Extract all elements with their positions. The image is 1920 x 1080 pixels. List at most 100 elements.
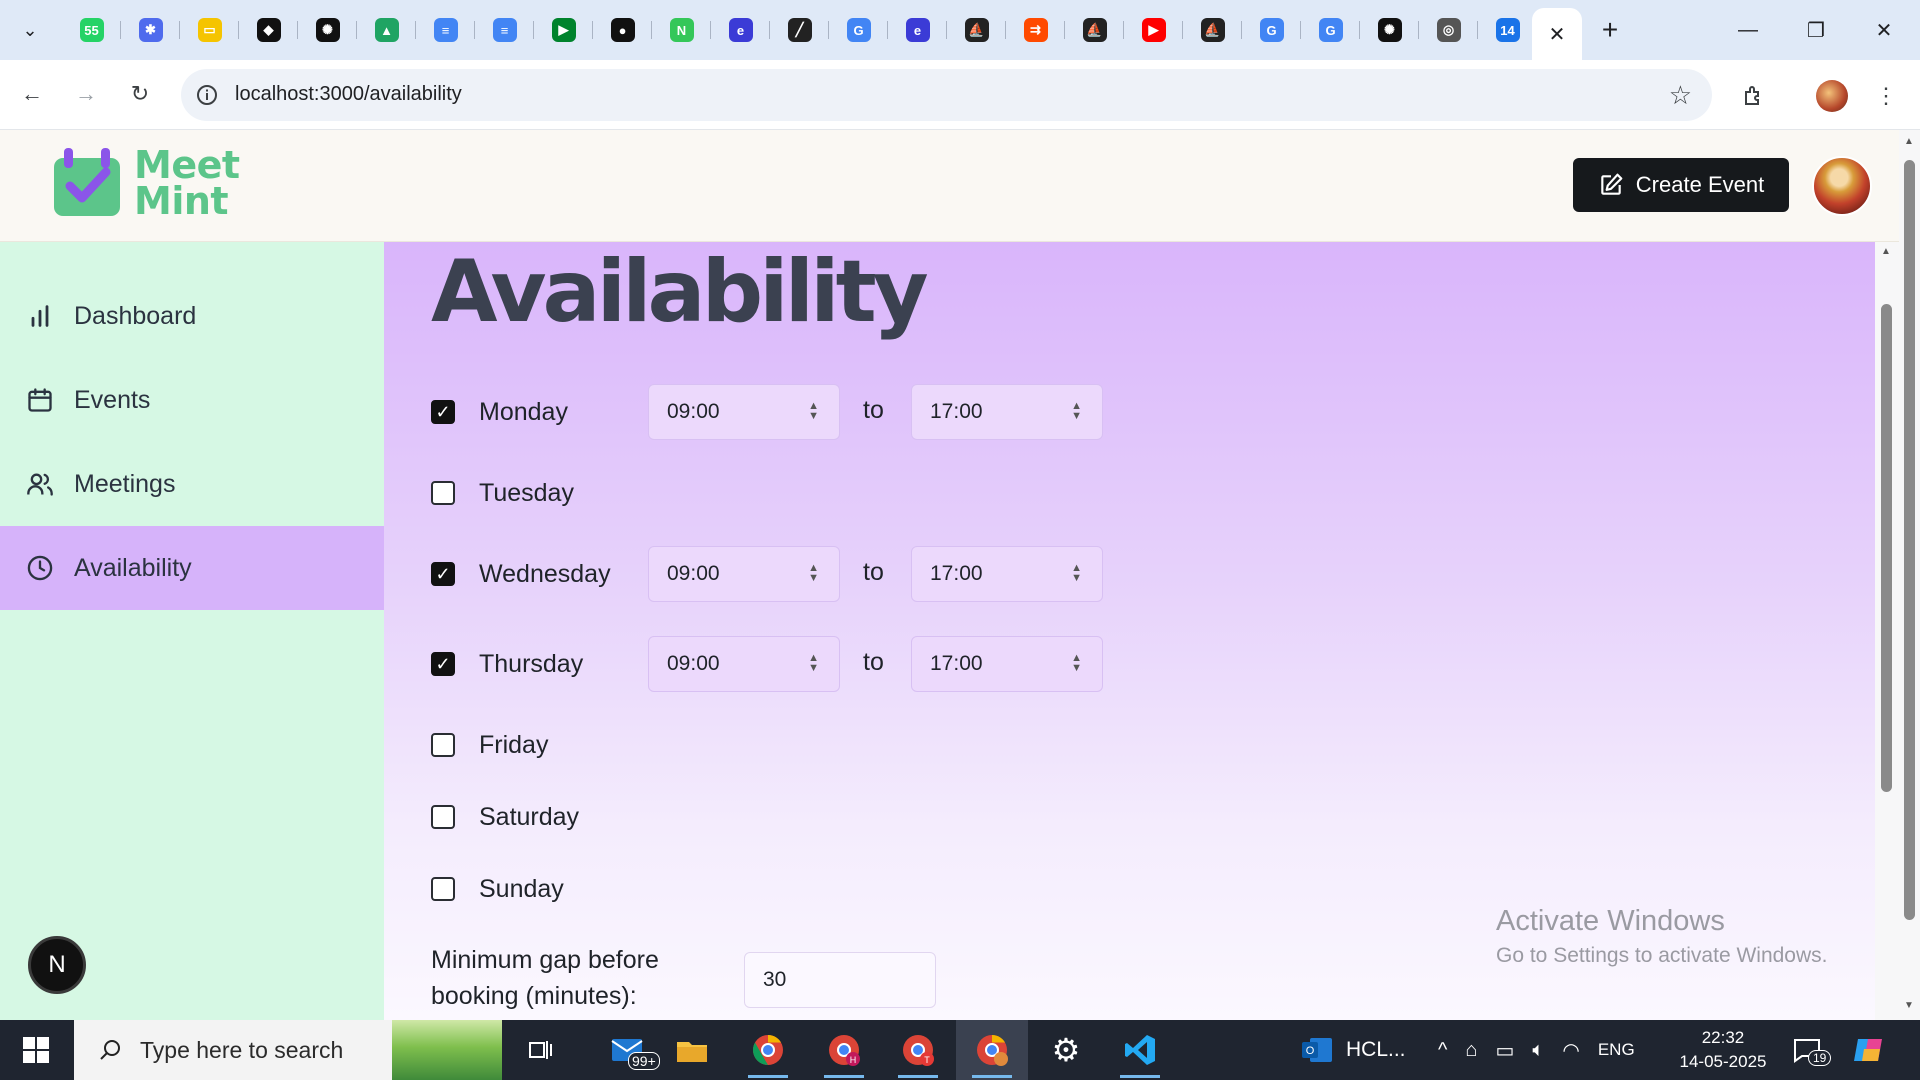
battery-icon[interactable]: ▭ [1495,1038,1514,1063]
address-bar[interactable]: localhost:3000/availability ☆ [181,69,1712,121]
forward-icon[interactable]: → [66,74,106,114]
bookmark-star-icon[interactable]: ☆ [1669,80,1692,111]
minimize-button[interactable]: — [1714,0,1782,60]
meetmint-logo[interactable]: Meet Mint [50,146,240,220]
scroll-thumb[interactable] [1881,304,1892,792]
sidebar-item-events[interactable]: Events [0,358,384,442]
pinned-tab[interactable]: ◎ [1419,12,1478,48]
saturday-checkbox[interactable] [431,805,455,829]
new-tab-button[interactable]: + [1588,12,1632,48]
taskbar-search[interactable]: Type here to search [74,1020,502,1080]
time-value: 17:00 [930,562,983,585]
close-window-button[interactable]: ✕ [1850,0,1918,60]
scroll-up-icon[interactable]: ▲ [1881,246,1891,257]
wednesday-end-time-select[interactable]: 17:00 ▲ ▼ [911,546,1103,602]
pinned-tab[interactable]: G [1242,12,1301,48]
create-event-button[interactable]: Create Event [1573,158,1789,212]
wednesday-start-time-select[interactable]: 09:00 ▲ ▼ [648,546,840,602]
system-clock[interactable]: 22:32 14-05-2025 [1668,1026,1778,1074]
chrome-profile-1-icon[interactable] [732,1020,804,1080]
sunday-checkbox[interactable] [431,877,455,901]
profile-avatar[interactable] [1812,76,1852,116]
restore-button[interactable]: ❐ [1782,0,1850,60]
pinned-tab[interactable]: ≡ [416,12,475,48]
monday-end-time-select[interactable]: 17:00 ▲ ▼ [911,384,1103,440]
page-scroll-thumb[interactable] [1904,160,1915,920]
thursday-start-time-select[interactable]: 09:00 ▲ ▼ [648,636,840,692]
chrome-active-icon[interactable] [956,1020,1028,1080]
active-tab-close-icon[interactable]: ✕ [1532,8,1582,60]
reload-icon[interactable]: ↻ [120,74,160,114]
site-info-icon[interactable] [195,83,219,107]
user-avatar[interactable] [1812,156,1872,216]
back-icon[interactable]: ← [12,74,52,114]
volume-icon[interactable]: 🔈︎ [1532,1039,1544,1062]
chrome-profile-h-icon[interactable]: H [808,1020,880,1080]
pinned-tab[interactable]: ✱ [121,12,180,48]
pinned-tab[interactable]: ⇉ [1006,12,1065,48]
tab-search-button[interactable]: ⌄ [8,12,52,48]
pinned-tab[interactable]: ◆ [239,12,298,48]
notification-center-icon[interactable]: 19 [1792,1020,1832,1080]
task-view-icon[interactable] [504,1020,576,1080]
min-gap-input[interactable]: 30 [744,952,936,1008]
tray-chevron-icon[interactable]: ^ [1438,1039,1447,1062]
sidebar-item-meetings[interactable]: Meetings [0,442,384,526]
monday-checkbox[interactable]: ✓ [431,400,455,424]
settings-gear-icon[interactable]: ⚙ [1030,1020,1102,1080]
sidebar-item-label: Dashboard [74,301,197,330]
page-scroll-down-icon[interactable]: ▼ [1904,1000,1914,1011]
chrome-menu-icon[interactable]: ⋮ [1866,76,1906,116]
pinned-tab[interactable]: ▭ [180,12,239,48]
sidebar-item-dashboard[interactable]: Dashboard [0,274,384,358]
select-arrows-icon: ▲ ▼ [1071,562,1082,584]
page-scroll-up-icon[interactable]: ▲ [1904,136,1914,147]
pinned-tab[interactable]: ▶ [1124,12,1183,48]
docs-icon: ≡ [433,18,458,42]
pinned-tab[interactable]: e [711,12,770,48]
time-value: 09:00 [667,562,720,585]
pinned-tab[interactable]: ✺ [298,12,357,48]
file-explorer-icon[interactable] [656,1020,728,1080]
select-arrows-icon: ▲ ▼ [1071,652,1082,674]
pinned-tab[interactable]: ⛵ [1183,12,1242,48]
extensions-icon[interactable] [1734,76,1774,116]
pinned-tab[interactable]: ⛵ [947,12,1006,48]
vscode-icon[interactable] [1104,1020,1176,1080]
pinned-tab[interactable]: G [1301,12,1360,48]
sidebar-item-label: Availability [74,553,192,582]
wifi-icon[interactable]: ◠ [1562,1038,1579,1063]
chrome-profile-t-icon[interactable]: T [882,1020,954,1080]
thursday-end-time-select[interactable]: 17:00 ▲ ▼ [911,636,1103,692]
pinned-tab[interactable]: ▶ [534,12,593,48]
logo-line-1: Meet [134,143,240,187]
pinned-tab[interactable]: ✺ [1360,12,1419,48]
page-scrollbar[interactable]: ▲ ▼ [1899,130,1920,1020]
pinned-tab[interactable]: 55 [62,12,121,48]
outlook-taskbar-item[interactable]: O HCL... [1300,1020,1406,1080]
wednesday-checkbox[interactable]: ✓ [431,562,455,586]
pinned-tab[interactable]: N [652,12,711,48]
windows-start-button[interactable] [0,1020,72,1080]
pinned-tab[interactable]: ● [593,12,652,48]
pinned-tab[interactable]: ⛵ [1065,12,1124,48]
copilot-icon: ✱ [138,18,163,42]
pinned-tab[interactable]: 14 [1478,12,1537,48]
to-label: to [863,558,884,586]
pinned-tab[interactable]: e [888,12,947,48]
language-indicator[interactable]: ENG [1598,1040,1635,1060]
nextjs-dev-tools-button[interactable]: N [28,936,86,994]
friday-checkbox[interactable] [431,733,455,757]
copilot-taskbar-icon[interactable] [1852,1020,1886,1080]
monday-start-time-select[interactable]: 09:00 ▲ ▼ [648,384,840,440]
pinned-tab[interactable]: ▲ [357,12,416,48]
pinned-tab[interactable]: G [829,12,888,48]
sidebar-item-availability[interactable]: Availability [0,526,384,610]
pinned-tab[interactable]: ≡ [475,12,534,48]
pinned-tab[interactable]: ╱ [770,12,829,48]
main-scrollbar[interactable]: ▲ [1875,242,1899,1020]
thursday-checkbox[interactable]: ✓ [431,652,455,676]
meet-tray-icon[interactable]: ⌂ [1465,1039,1477,1062]
tuesday-checkbox[interactable] [431,481,455,505]
watermark-subtitle: Go to Settings to activate Windows. [1496,944,1828,967]
